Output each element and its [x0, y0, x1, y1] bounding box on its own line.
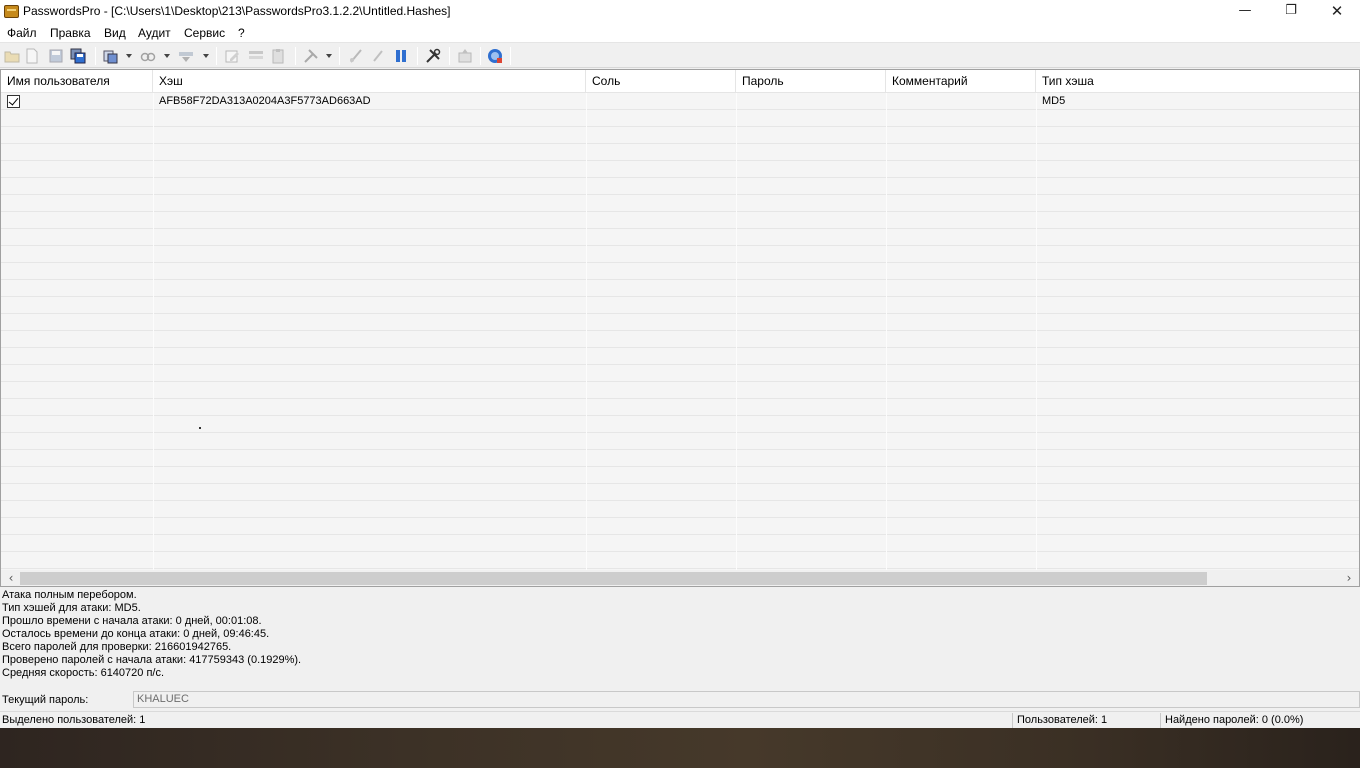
scroll-thumb[interactable]	[20, 572, 1207, 585]
desktop-background	[0, 728, 1360, 768]
current-password-field: KHALUEC	[133, 691, 1360, 708]
find-icon[interactable]	[140, 48, 156, 64]
row-checkbox[interactable]	[7, 95, 20, 108]
app-icon	[4, 5, 19, 18]
rows-icon[interactable]	[248, 48, 264, 64]
tools-dropdown-arrow[interactable]	[326, 54, 332, 58]
column-header-hash[interactable]: Хэш	[153, 70, 586, 93]
column-header-salt[interactable]: Соль	[586, 70, 736, 93]
log-line: Атака полным перебором.	[2, 589, 137, 601]
new-file-icon[interactable]	[24, 48, 40, 64]
window-title: PasswordsPro - [C:\Users\1\Desktop\213\P…	[23, 4, 451, 18]
column-header-comment[interactable]: Комментарий	[886, 70, 1036, 93]
column-divider	[886, 93, 887, 570]
menu-help[interactable]: ?	[238, 26, 245, 40]
menu-audit[interactable]: Аудит	[138, 26, 171, 40]
column-divider	[586, 93, 587, 570]
toolbar-separator	[510, 47, 511, 65]
import-dropdown-arrow[interactable]	[203, 54, 209, 58]
stop-attack-icon[interactable]	[370, 48, 386, 64]
toolbar-separator	[480, 47, 481, 65]
column-divider	[1036, 93, 1037, 570]
toolbar-separator	[449, 47, 450, 65]
menu-service[interactable]: Сервис	[184, 26, 225, 40]
grid-rows	[1, 93, 1359, 570]
status-selected-users: Выделено пользователей: 1	[2, 714, 146, 726]
status-users-count: Пользователей: 1	[1017, 714, 1108, 726]
cell-user	[21, 93, 153, 110]
scroll-right-arrow-icon[interactable]: ›	[1341, 570, 1357, 586]
menu-edit[interactable]: Правка	[50, 26, 91, 40]
cell-password	[736, 93, 886, 110]
column-header-hash-type[interactable]: Тип хэша	[1036, 70, 1359, 93]
grid-header: Имя пользователя Хэш Соль Пароль Коммент…	[1, 70, 1359, 93]
log-line: Проверено паролей с начала атаки: 417759…	[2, 654, 302, 666]
current-password-label: Текущий пароль:	[2, 694, 89, 706]
column-header-user[interactable]: Имя пользователя	[1, 70, 153, 93]
copy-icon[interactable]	[103, 48, 119, 64]
log-line: Осталось времени до конца атаки: 0 дней,…	[2, 628, 270, 640]
minimize-button[interactable]: —	[1222, 0, 1268, 24]
cell-comment	[886, 93, 1036, 110]
import-icon[interactable]	[178, 48, 194, 64]
log-line: Средняя скорость: 6140720 п/с.	[2, 667, 165, 679]
status-separator	[1012, 713, 1013, 728]
column-divider	[153, 93, 154, 570]
open-folder-icon[interactable]	[4, 48, 20, 64]
log-line: Прошло времени с начала атаки: 0 дней, 0…	[2, 615, 262, 627]
cell-hash-type: MD5	[1042, 95, 1066, 107]
edit-icon[interactable]	[224, 48, 240, 64]
title-bar: PasswordsPro - [C:\Users\1\Desktop\213\P…	[0, 0, 1360, 24]
toolbar-separator	[339, 47, 340, 65]
scroll-left-arrow-icon[interactable]: ‹	[3, 570, 19, 586]
table-row[interactable]: AFB58F72DA313A0204A3F5773AD663AD MD5	[1, 93, 1359, 110]
settings-tools-icon[interactable]	[425, 48, 441, 64]
toolbar	[0, 44, 1360, 68]
find-dropdown-arrow[interactable]	[164, 54, 170, 58]
save-all-icon[interactable]	[70, 48, 86, 64]
status-separator	[1160, 713, 1161, 728]
toolbar-separator	[216, 47, 217, 65]
menu-view[interactable]: Вид	[104, 26, 126, 40]
start-attack-icon[interactable]	[348, 48, 364, 64]
tools-icon[interactable]	[303, 48, 319, 64]
hash-grid[interactable]: Имя пользователя Хэш Соль Пароль Коммент…	[0, 69, 1360, 587]
column-header-password[interactable]: Пароль	[736, 70, 886, 93]
close-button[interactable]: ✕	[1314, 0, 1360, 24]
pause-icon[interactable]	[393, 48, 409, 64]
toolbar-separator	[295, 47, 296, 65]
export-icon[interactable]	[457, 48, 473, 64]
paste-icon[interactable]	[270, 48, 286, 64]
log-line: Тип хэшей для атаки: MD5.	[2, 602, 141, 614]
status-bar: Выделено пользователей: 1 Пользователей:…	[0, 711, 1360, 728]
cell-salt	[586, 93, 736, 110]
status-found-passwords: Найдено паролей: 0 (0.0%)	[1165, 714, 1304, 726]
log-line: Всего паролей для проверки: 216601942765…	[2, 641, 232, 653]
toolbar-separator	[95, 47, 96, 65]
toolbar-separator	[417, 47, 418, 65]
attack-log: Атака полным перебором. Тип хэшей для ат…	[2, 589, 1002, 680]
copy-dropdown-arrow[interactable]	[126, 54, 132, 58]
stray-dot	[199, 427, 201, 429]
column-divider	[736, 93, 737, 570]
menu-bar: Файл Правка Вид Аудит Сервис ?	[0, 24, 1360, 43]
menu-file[interactable]: Файл	[7, 26, 37, 40]
help-icon[interactable]	[487, 48, 503, 64]
horizontal-scrollbar[interactable]: ‹ ›	[1, 570, 1359, 586]
save-icon[interactable]	[48, 48, 64, 64]
cell-hash: AFB58F72DA313A0204A3F5773AD663AD	[159, 95, 371, 107]
maximize-button[interactable]: ❐	[1268, 0, 1314, 24]
